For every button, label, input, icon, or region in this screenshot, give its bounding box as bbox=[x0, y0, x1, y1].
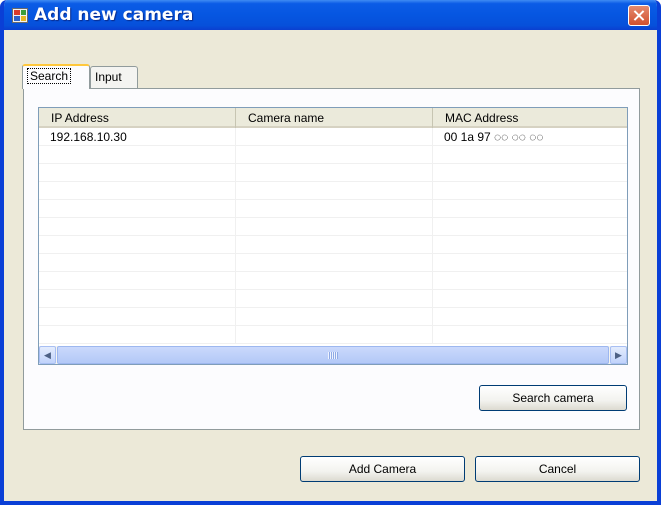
scrollbar-thumb[interactable] bbox=[57, 346, 609, 364]
window-title: Add new camera bbox=[34, 5, 194, 25]
mac-cell bbox=[433, 308, 627, 326]
mac-cell bbox=[433, 272, 627, 290]
chevron-left-icon[interactable]: ◀ bbox=[39, 346, 56, 364]
table-row[interactable] bbox=[39, 218, 627, 236]
ip-cell bbox=[39, 182, 236, 200]
ip-cell: 192.168.10.30 bbox=[39, 128, 236, 146]
column-header-camera-name[interactable]: Camera name bbox=[236, 108, 433, 128]
mac-cell bbox=[433, 254, 627, 272]
close-icon[interactable] bbox=[628, 5, 650, 26]
camera-name-cell bbox=[236, 146, 433, 164]
mac-cell bbox=[433, 326, 627, 344]
camera-name-cell bbox=[236, 272, 433, 290]
table-row[interactable] bbox=[39, 290, 627, 308]
ip-cell bbox=[39, 236, 236, 254]
ip-cell bbox=[39, 326, 236, 344]
table-row[interactable] bbox=[39, 254, 627, 272]
grid-header: IP Address Camera name MAC Address bbox=[39, 108, 627, 128]
tab-input-label: Input bbox=[95, 70, 122, 84]
camera-name-cell bbox=[236, 218, 433, 236]
tab-search[interactable]: Search bbox=[22, 64, 90, 89]
ip-cell bbox=[39, 146, 236, 164]
camera-name-cell bbox=[236, 182, 433, 200]
tab-input[interactable]: Input bbox=[90, 66, 138, 88]
search-camera-button[interactable]: Search camera bbox=[479, 385, 627, 411]
ip-cell bbox=[39, 308, 236, 326]
grid-body: 192.168.10.30 00 1a 97 ◌◌ ◌◌ ◌◌ bbox=[39, 128, 627, 344]
ip-cell bbox=[39, 200, 236, 218]
table-row[interactable] bbox=[39, 200, 627, 218]
mac-cell bbox=[433, 164, 627, 182]
table-row[interactable] bbox=[39, 182, 627, 200]
mac-cell: 00 1a 97 ◌◌ ◌◌ ◌◌ bbox=[444, 130, 544, 144]
table-row[interactable] bbox=[39, 236, 627, 254]
horizontal-scrollbar[interactable]: ◀ ▶ bbox=[39, 346, 627, 364]
camera-name-cell bbox=[236, 326, 433, 344]
app-icon bbox=[12, 8, 28, 23]
ip-cell bbox=[39, 254, 236, 272]
mac-cell bbox=[433, 236, 627, 254]
ip-cell bbox=[39, 290, 236, 308]
camera-name-cell bbox=[236, 164, 433, 182]
add-camera-button[interactable]: Add Camera bbox=[300, 456, 465, 482]
mac-cell bbox=[433, 218, 627, 236]
camera-name-cell bbox=[236, 128, 433, 146]
table-row[interactable] bbox=[39, 146, 627, 164]
mac-cell bbox=[433, 290, 627, 308]
table-row[interactable] bbox=[39, 164, 627, 182]
ip-cell bbox=[39, 218, 236, 236]
table-row[interactable] bbox=[39, 272, 627, 290]
mac-cell bbox=[433, 182, 627, 200]
column-header-ip[interactable]: IP Address bbox=[39, 108, 236, 128]
mac-cell bbox=[433, 200, 627, 218]
camera-name-cell bbox=[236, 200, 433, 218]
tab-search-label: Search bbox=[27, 68, 72, 84]
search-tab-panel: IP Address Camera name MAC Address 192.1… bbox=[23, 88, 640, 430]
camera-name-cell bbox=[236, 254, 433, 272]
table-row[interactable]: 192.168.10.30 00 1a 97 ◌◌ ◌◌ ◌◌ bbox=[39, 128, 627, 146]
camera-name-cell bbox=[236, 236, 433, 254]
camera-name-cell bbox=[236, 290, 433, 308]
ip-cell bbox=[39, 164, 236, 182]
camera-name-cell bbox=[236, 308, 433, 326]
cancel-button[interactable]: Cancel bbox=[475, 456, 640, 482]
mac-cell bbox=[433, 146, 627, 164]
table-row[interactable] bbox=[39, 326, 627, 344]
ip-cell bbox=[39, 272, 236, 290]
table-row[interactable] bbox=[39, 308, 627, 326]
column-header-mac[interactable]: MAC Address bbox=[433, 108, 627, 128]
camera-list-grid[interactable]: IP Address Camera name MAC Address 192.1… bbox=[38, 107, 628, 365]
chevron-right-icon[interactable]: ▶ bbox=[610, 346, 627, 364]
title-bar[interactable]: Add new camera bbox=[4, 0, 657, 30]
